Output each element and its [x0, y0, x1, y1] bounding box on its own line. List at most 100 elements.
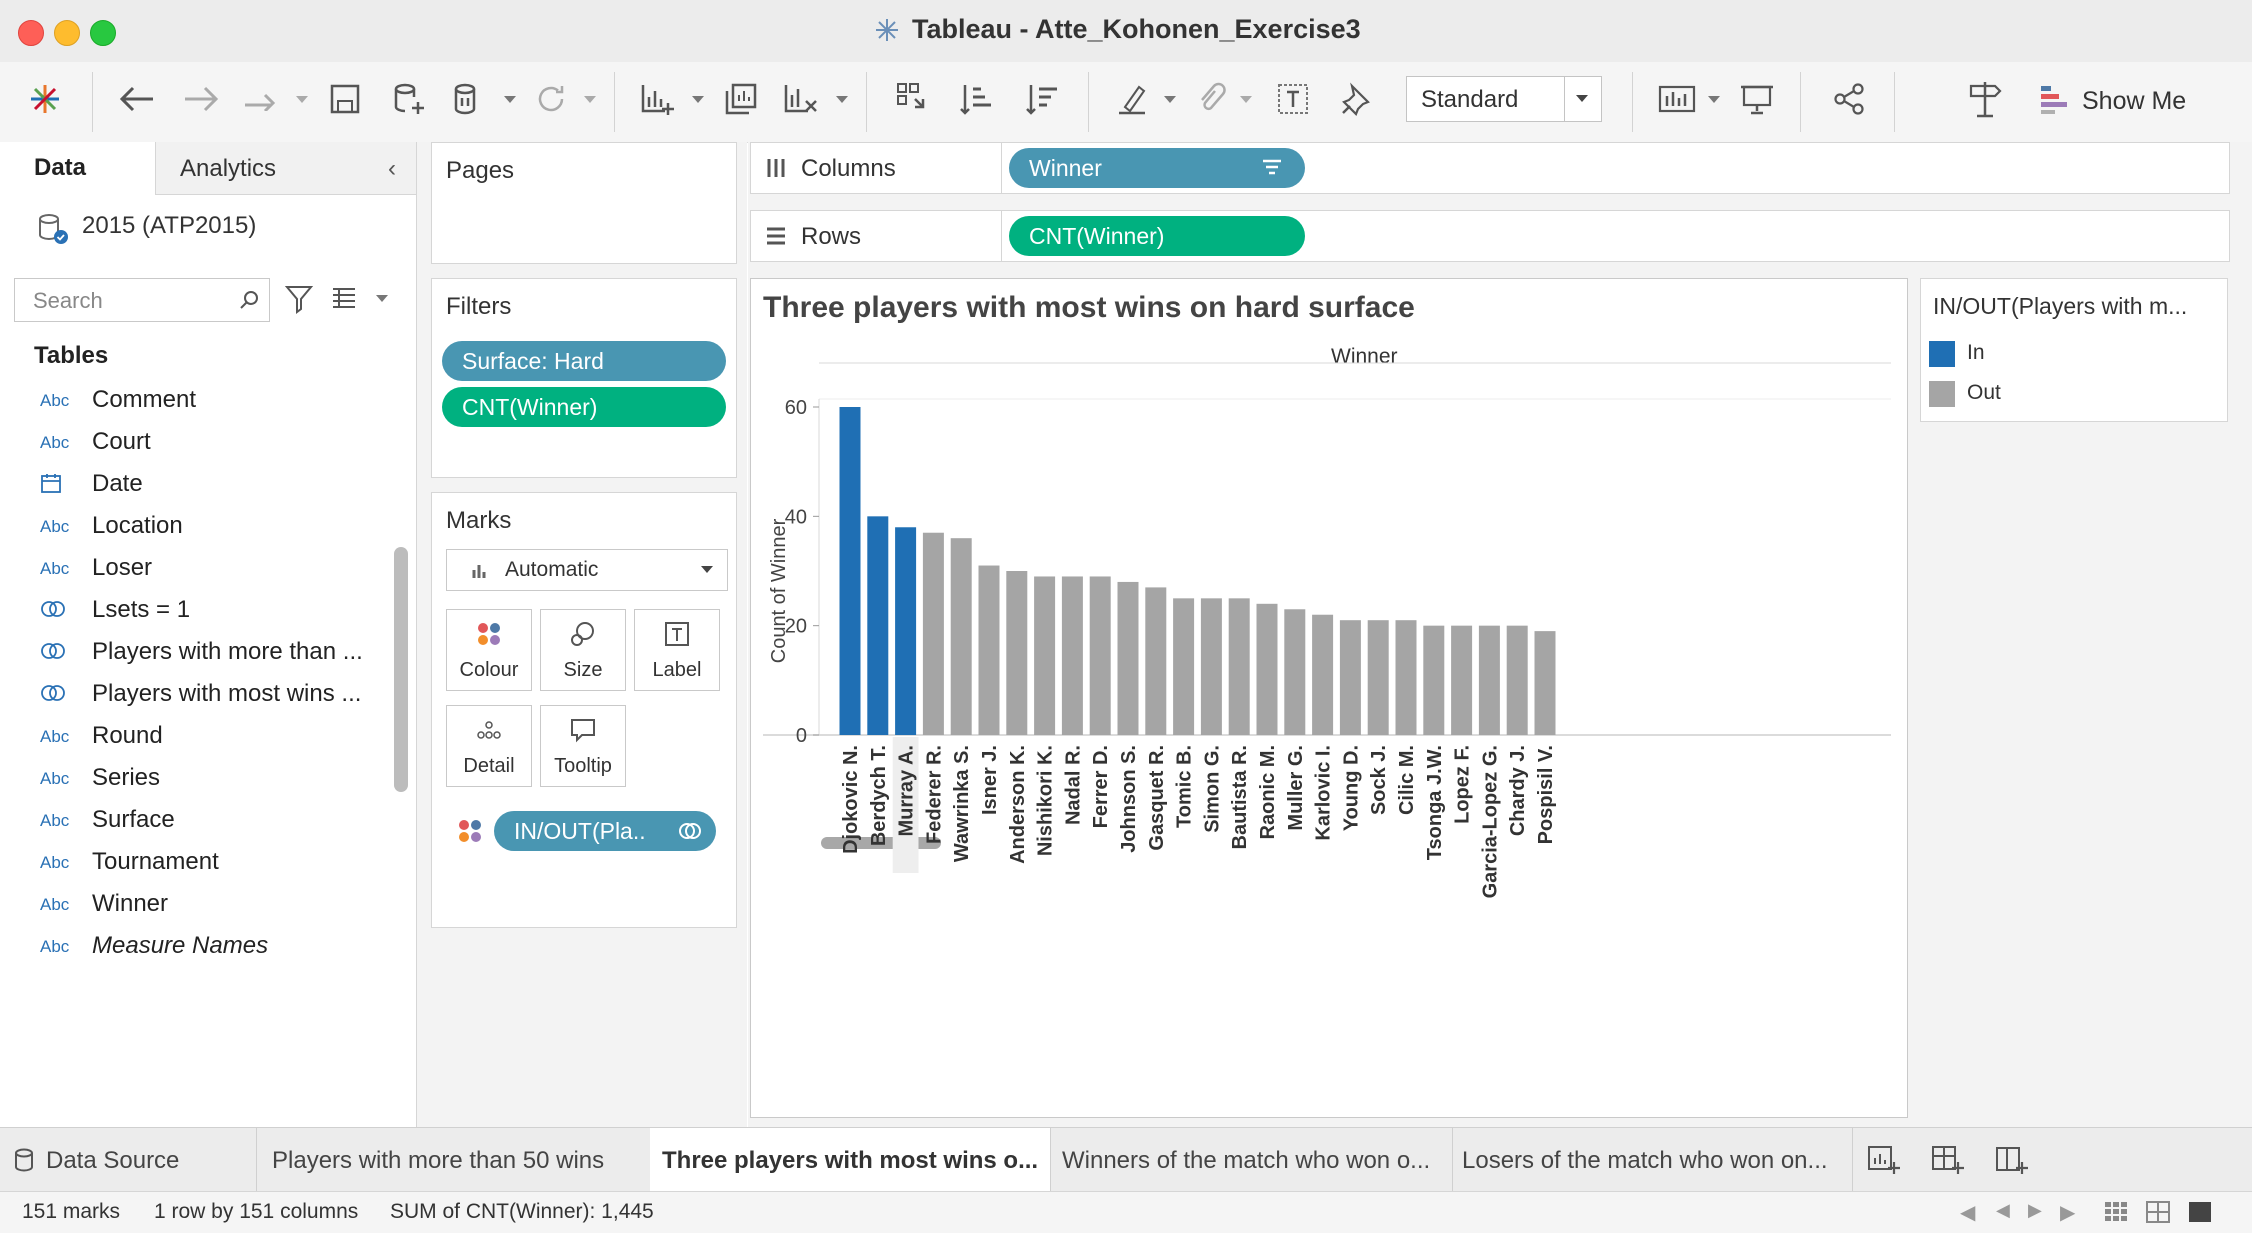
columns-shelf[interactable]: Columns Winner: [750, 142, 2230, 194]
tabs-view-icon[interactable]: [2188, 1201, 2212, 1223]
field-item[interactable]: Abc Series: [0, 759, 390, 797]
tab-sheet-winners[interactable]: Winners of the match who won o...: [1050, 1128, 1453, 1192]
share-icon[interactable]: [1826, 76, 1872, 122]
rows-pill-cnt-winner[interactable]: CNT(Winner): [1009, 216, 1305, 256]
mark-tooltip-button[interactable]: Tooltip: [540, 705, 626, 787]
bar-isner-j[interactable]: [978, 565, 1000, 735]
bar-tsonga-j-w[interactable]: [1423, 625, 1445, 735]
field-item[interactable]: Players with more than ...: [0, 633, 390, 671]
tab-analytics[interactable]: Analytics ‹: [155, 142, 416, 195]
field-item[interactable]: Abc Measure Names: [0, 927, 390, 965]
field-item[interactable]: Abc Court: [0, 423, 390, 461]
legend-item-in[interactable]: In: [1929, 337, 2209, 369]
bar-muller-g[interactable]: [1284, 609, 1306, 735]
mark-size-button[interactable]: Size: [540, 609, 626, 691]
bar-berdych-t[interactable]: [867, 516, 889, 735]
bar-gasquet-r[interactable]: [1145, 587, 1167, 735]
bar-wawrinka-s[interactable]: [950, 538, 972, 735]
show-me-icon[interactable]: [2032, 76, 2078, 122]
field-item[interactable]: Abc Tournament: [0, 843, 390, 881]
close-window-button[interactable]: [18, 20, 44, 46]
pause-updates-icon[interactable]: [446, 76, 492, 122]
bar-chart[interactable]: 0204060Count of Winner Djokovic N. Berdyc…: [751, 279, 1907, 1117]
filter-pill-surface[interactable]: Surface: Hard: [442, 341, 726, 381]
presentation-cards-icon[interactable]: [1654, 76, 1700, 122]
fit-dropdown[interactable]: Standard: [1406, 76, 1602, 122]
field-item[interactable]: Abc Loser: [0, 549, 390, 587]
tab-sheet-more-than-50[interactable]: Players with more than 50 wins: [256, 1128, 651, 1192]
tab-data[interactable]: Data: [0, 142, 155, 194]
rows-shelf[interactable]: Rows CNT(Winner): [750, 210, 2230, 262]
filmstrip-view-icon[interactable]: [2146, 1201, 2170, 1223]
tableau-home-icon[interactable]: [22, 76, 68, 122]
signpost-icon[interactable]: [1962, 76, 2008, 122]
bar-djokovic-n[interactable]: [839, 407, 861, 735]
save-icon[interactable]: [322, 76, 368, 122]
bar-nadal-r[interactable]: [1061, 576, 1083, 735]
fix-axes-pin-icon[interactable]: [1334, 76, 1380, 122]
field-item[interactable]: Abc Comment: [0, 381, 390, 419]
field-list-scrollbar[interactable]: [394, 547, 408, 792]
search-input[interactable]: [31, 287, 235, 315]
view-options-icon[interactable]: [330, 286, 358, 310]
swap-rows-columns-icon[interactable]: [890, 76, 936, 122]
legend-item-out[interactable]: Out: [1929, 377, 2209, 409]
bar-anderson-k[interactable]: [1006, 571, 1028, 735]
redo-icon[interactable]: [238, 76, 284, 122]
grid-view-icon[interactable]: [2104, 1201, 2128, 1223]
sort-descending-icon[interactable]: [1020, 76, 1066, 122]
next-page-icon[interactable]: ▶: [2028, 1200, 2042, 1221]
pages-shelf[interactable]: Pages: [431, 142, 737, 264]
bar-sock-j[interactable]: [1367, 620, 1389, 735]
collapse-pane-icon[interactable]: ‹: [388, 155, 396, 183]
field-item[interactable]: Abc Winner: [0, 885, 390, 923]
highlight-icon[interactable]: [1110, 76, 1156, 122]
field-item[interactable]: Date: [0, 465, 390, 503]
bar-federer-r[interactable]: [922, 532, 944, 735]
prev-page-icon[interactable]: ◀: [1996, 1200, 2010, 1221]
first-page-icon[interactable]: ◀: [1960, 1200, 1975, 1225]
bar-murray-a[interactable]: [895, 527, 917, 735]
field-item[interactable]: Abc Round: [0, 717, 390, 755]
bar-karlovic-i[interactable]: [1312, 614, 1334, 735]
sort-ascending-icon[interactable]: [954, 76, 1000, 122]
field-item[interactable]: Abc Surface: [0, 801, 390, 839]
bar-ferrer-d[interactable]: [1089, 576, 1111, 735]
last-page-icon[interactable]: ▶: [2060, 1200, 2075, 1225]
bar-simon-g[interactable]: [1200, 598, 1222, 735]
show-mark-labels-icon[interactable]: [1270, 76, 1316, 122]
mark-label-button[interactable]: Label: [634, 609, 720, 691]
columns-pill-winner[interactable]: Winner: [1009, 148, 1305, 188]
filters-shelf[interactable]: Filters Surface: Hard CNT(Winner): [431, 278, 737, 478]
mark-colour-button[interactable]: Colour: [446, 609, 532, 691]
bar-bautista-r[interactable]: [1228, 598, 1250, 735]
new-story-tab-icon[interactable]: [1994, 1144, 2028, 1176]
new-worksheet-tab-icon[interactable]: [1866, 1144, 1900, 1176]
tab-data-source[interactable]: Data Source: [0, 1128, 257, 1192]
new-datasource-icon[interactable]: [386, 76, 432, 122]
show-me-button[interactable]: Show Me: [2082, 87, 2186, 116]
field-item[interactable]: Players with most wins ...: [0, 675, 390, 713]
maximize-window-button[interactable]: [90, 20, 116, 46]
datasource-item[interactable]: 2015 (ATP2015): [36, 208, 406, 248]
field-item[interactable]: Abc Location: [0, 507, 390, 545]
refresh-icon[interactable]: [528, 76, 574, 122]
mark-detail-button[interactable]: Detail: [446, 705, 532, 787]
bar-young-d[interactable]: [1339, 620, 1361, 735]
forward-arrow-icon[interactable]: [178, 76, 224, 122]
bar-nishikori-k[interactable]: [1034, 576, 1056, 735]
tab-sheet-losers[interactable]: Losers of the match who won on...: [1452, 1128, 1853, 1192]
bar-pospisil-v[interactable]: [1534, 631, 1556, 735]
tab-sheet-most-wins[interactable]: Three players with most wins o...: [650, 1128, 1051, 1192]
bar-raonic-m[interactable]: [1256, 603, 1278, 735]
minimize-window-button[interactable]: [54, 20, 80, 46]
new-dashboard-tab-icon[interactable]: [1930, 1144, 1964, 1176]
presentation-mode-icon[interactable]: [1734, 76, 1780, 122]
back-arrow-icon[interactable]: [114, 76, 160, 122]
new-worksheet-icon[interactable]: [634, 76, 680, 122]
bar-lopez-f[interactable]: [1451, 625, 1473, 735]
bar-cilic-m[interactable]: [1395, 620, 1417, 735]
marks-pill-in-out[interactable]: IN/OUT(Pla..: [494, 811, 716, 851]
clear-sheet-icon[interactable]: [778, 76, 824, 122]
group-members-icon[interactable]: [1188, 76, 1234, 122]
